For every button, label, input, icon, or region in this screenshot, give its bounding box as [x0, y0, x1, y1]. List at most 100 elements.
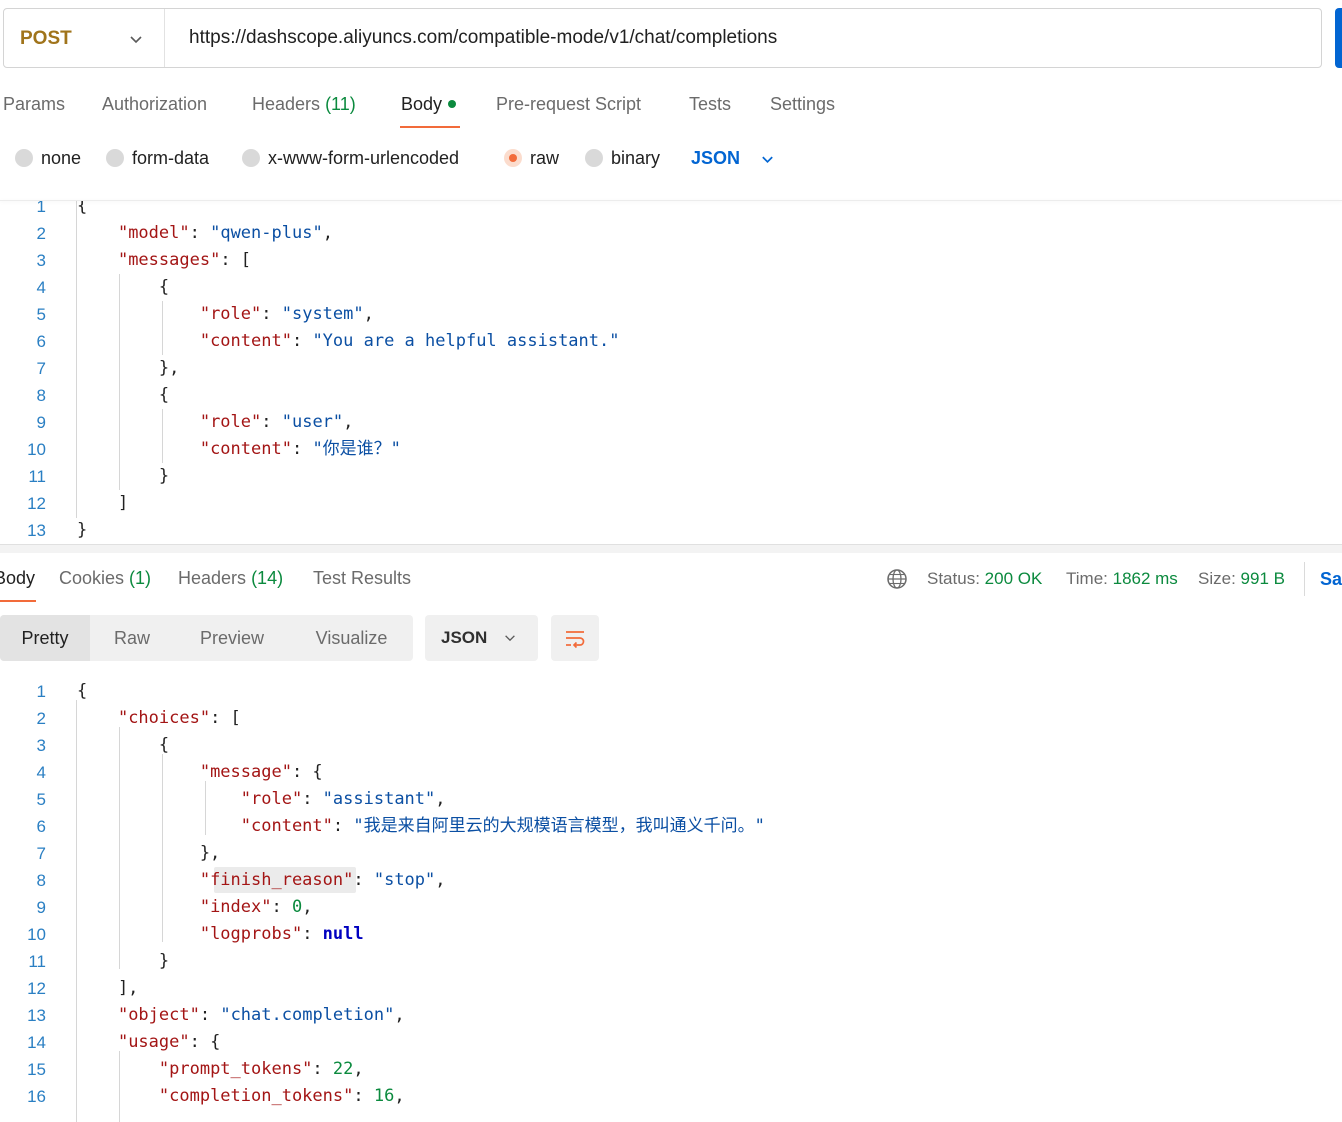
line-number: 11 [28, 467, 46, 486]
code-line: 11 } [0, 948, 1342, 975]
view-preview[interactable]: Preview [174, 615, 290, 661]
tab-body[interactable]: Body [401, 94, 457, 115]
code-line: 8 "finish_reason": "stop", [0, 867, 1342, 894]
tab-pre-request-script[interactable]: Pre-request Script [496, 94, 641, 115]
code-line: 9 "role": "user", [0, 409, 1342, 436]
radio-urlencoded[interactable]: x-www-form-urlencoded [242, 148, 459, 170]
radio-none[interactable]: none [15, 148, 81, 170]
code-line: 12 ], [0, 975, 1342, 1002]
response-tab-headers[interactable]: Headers (14) [178, 568, 283, 589]
save-response-button[interactable]: Sa [1304, 562, 1342, 596]
indent-guide [76, 700, 77, 1122]
line-number: 9 [36, 413, 46, 432]
radio-form-data-label: form-data [132, 148, 210, 168]
line-number: 4 [36, 278, 46, 297]
code-line: 6 "content": "我是来自阿里云的大规模语言模型，我叫通义千问。" [0, 813, 1342, 840]
line-number: 5 [36, 305, 46, 324]
code-text: ], [77, 978, 139, 998]
active-tab-indicator [0, 600, 36, 602]
radio-raw[interactable]: raw [504, 148, 559, 170]
tab-tests[interactable]: Tests [689, 94, 731, 115]
indent-guide [162, 754, 163, 942]
line-number: 3 [36, 251, 46, 270]
indent-guide [119, 1051, 120, 1122]
tab-params[interactable]: Params [3, 94, 65, 115]
code-text: "message": { [199, 762, 323, 782]
size-value: 991 B [1240, 569, 1285, 588]
response-tab-cookies-label: Cookies [59, 568, 125, 588]
line-number: 1 [36, 682, 46, 701]
code-text: "role": "system", [199, 304, 374, 324]
code-line: 1{ [0, 678, 1342, 705]
method-label: POST [20, 28, 72, 49]
send-button[interactable] [1335, 8, 1342, 68]
line-number: 3 [36, 736, 46, 755]
body-language-select[interactable]: JSON [691, 148, 740, 169]
url-input[interactable]: https://dashscope.aliyuncs.com/compatibl… [189, 27, 777, 49]
line-number: 1 [36, 200, 46, 216]
line-number: 10 [27, 440, 46, 459]
code-text: ] [77, 493, 129, 513]
response-body-viewer[interactable]: 1{2 "choices": [3 {4 "message": {5 "role… [0, 677, 1342, 1122]
radio-icon [106, 149, 124, 167]
radio-binary-label: binary [611, 148, 661, 168]
code-text: }, [77, 358, 180, 378]
response-language-label: JSON [441, 628, 488, 647]
line-number: 6 [36, 817, 46, 836]
active-tab-indicator [400, 126, 460, 128]
response-tab-body[interactable]: Body [0, 568, 35, 589]
code-text: }, [77, 843, 221, 863]
code-text: } [77, 951, 170, 971]
code-line: 2 "choices": [ [0, 705, 1342, 732]
code-line: 7 }, [0, 840, 1342, 867]
radio-selected-icon [504, 149, 522, 167]
wrap-lines-button[interactable] [551, 615, 599, 661]
pane-resize-handle[interactable] [0, 544, 1342, 553]
response-tab-cookies[interactable]: Cookies (1) [59, 568, 151, 589]
code-line: 12 ] [0, 490, 1342, 517]
status-label: Status: [927, 569, 980, 588]
code-text: { [77, 200, 88, 216]
radio-icon [15, 149, 33, 167]
radio-raw-label: raw [530, 148, 560, 168]
tab-settings[interactable]: Settings [770, 94, 835, 115]
indent-guide [119, 727, 120, 969]
request-body-editor[interactable]: 1{2 "model": "qwen-plus", 3 "messages": [… [0, 200, 1342, 542]
response-language-select[interactable]: JSON [425, 615, 538, 661]
line-number: 8 [36, 386, 46, 405]
globe-icon[interactable] [886, 568, 908, 590]
line-number: 8 [36, 871, 46, 890]
chevron-down-icon [505, 635, 515, 642]
code-text: { [77, 681, 88, 701]
radio-binary[interactable]: binary [585, 148, 660, 170]
response-view-segment: Pretty Raw Preview Visualize [0, 615, 413, 661]
time-value: 1862 ms [1112, 569, 1178, 588]
response-tab-test-results[interactable]: Test Results [313, 568, 411, 589]
code-text: } [77, 466, 170, 486]
code-text: "index": 0, [199, 897, 313, 917]
line-number: 13 [27, 1006, 46, 1025]
code-line: 10 "logprobs": null [0, 921, 1342, 948]
view-raw[interactable]: Raw [90, 615, 174, 661]
radio-form-data[interactable]: form-data [106, 148, 209, 170]
view-pretty[interactable]: Pretty [0, 615, 90, 661]
code-text: "content": "我是来自阿里云的大规模语言模型，我叫通义千问。" [240, 816, 765, 836]
line-number: 6 [36, 332, 46, 351]
view-visualize[interactable]: Visualize [290, 615, 413, 661]
indent-guide [119, 274, 120, 490]
tab-headers[interactable]: Headers (11) [252, 94, 356, 115]
url-bar: POST https://dashscope.aliyuncs.com/comp… [3, 8, 1322, 68]
line-number: 5 [36, 790, 46, 809]
method-select[interactable]: POST [4, 9, 165, 67]
indent-guide [205, 781, 206, 835]
code-text: "finish_reason": "stop", [199, 870, 446, 890]
code-line: 2 "model": "qwen-plus", [0, 220, 1342, 247]
code-text: "messages": [ [117, 250, 252, 270]
chevron-down-icon[interactable] [760, 152, 775, 167]
time-label: Time: [1066, 569, 1108, 588]
code-line: 13} [0, 517, 1342, 542]
code-line: 1{ [0, 200, 1342, 220]
line-number: 7 [36, 844, 46, 863]
tab-authorization[interactable]: Authorization [102, 94, 207, 115]
indent-guide [76, 200, 77, 518]
